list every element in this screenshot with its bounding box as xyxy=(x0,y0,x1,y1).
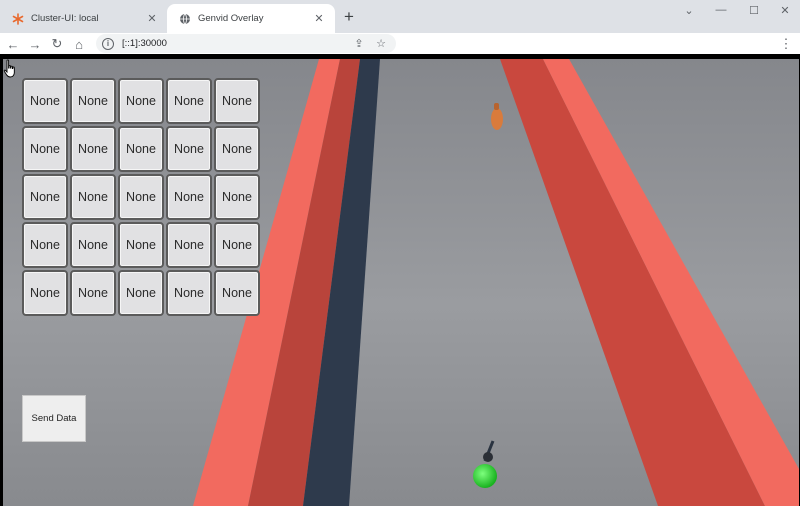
grid-cell[interactable]: None xyxy=(214,270,260,316)
grid-cell[interactable]: None xyxy=(214,222,260,268)
grid-cell[interactable]: None xyxy=(70,126,116,172)
chevron-down-icon[interactable]: ⌄ xyxy=(672,0,706,20)
back-arrow-icon[interactable]: ← xyxy=(3,34,23,54)
grid-cell[interactable]: None xyxy=(118,222,164,268)
share-icon[interactable]: ⇪ xyxy=(352,37,366,51)
grid-cell[interactable]: None xyxy=(166,126,212,172)
grid-cell[interactable]: None xyxy=(70,222,116,268)
info-icon[interactable]: i xyxy=(102,37,114,50)
grid-cell[interactable]: None xyxy=(70,78,116,124)
tab-strip: Cluster-UI: local ✕ Genvid Overlay ✕ + ⌄… xyxy=(0,0,800,33)
grid-cell[interactable]: None xyxy=(70,174,116,220)
tab-genvid-overlay[interactable]: Genvid Overlay ✕ xyxy=(167,4,335,33)
selection-grid: None None None None None None None None … xyxy=(22,78,260,316)
address-bar[interactable]: i [::1]:30000 ⇪ ☆ xyxy=(96,34,396,53)
grid-cell[interactable]: None xyxy=(22,270,68,316)
grid-cell[interactable]: None xyxy=(166,222,212,268)
maximize-icon[interactable]: ☐ xyxy=(737,0,771,20)
reload-icon[interactable]: ↻ xyxy=(47,34,67,54)
grid-cell[interactable]: None xyxy=(118,126,164,172)
tab-cluster-ui[interactable]: Cluster-UI: local ✕ xyxy=(0,4,168,33)
page-viewport: None None None None None None None None … xyxy=(0,54,800,506)
grid-cell[interactable]: None xyxy=(22,174,68,220)
minimize-icon[interactable]: — xyxy=(704,0,738,20)
grid-cell[interactable]: None xyxy=(214,78,260,124)
grid-cell[interactable]: None xyxy=(118,78,164,124)
grid-cell[interactable]: None xyxy=(22,78,68,124)
cluster-logo-icon xyxy=(12,12,24,25)
kebab-menu-icon[interactable]: ⋮ xyxy=(778,34,794,54)
url-text: [::1]:30000 xyxy=(122,38,167,49)
globe-icon xyxy=(179,13,191,25)
game-scene[interactable]: None None None None None None None None … xyxy=(3,59,799,506)
grid-cell[interactable]: None xyxy=(22,222,68,268)
home-icon[interactable]: ⌂ xyxy=(69,34,89,54)
grid-cell[interactable]: None xyxy=(166,78,212,124)
grid-cell[interactable]: None xyxy=(118,174,164,220)
send-data-button[interactable]: Send Data xyxy=(22,395,86,442)
grid-cell[interactable]: None xyxy=(214,174,260,220)
close-tab-icon[interactable]: ✕ xyxy=(311,11,327,27)
new-tab-button[interactable]: + xyxy=(340,7,358,26)
close-tab-icon[interactable]: ✕ xyxy=(144,11,160,27)
tab-label: Genvid Overlay xyxy=(198,13,264,24)
grid-cell[interactable]: None xyxy=(214,126,260,172)
close-window-icon[interactable]: ✕ xyxy=(768,0,800,20)
grid-cell[interactable]: None xyxy=(166,270,212,316)
grid-cell[interactable]: None xyxy=(22,126,68,172)
hand-cursor-icon xyxy=(3,59,15,78)
bookmark-star-icon[interactable]: ☆ xyxy=(374,37,388,51)
grid-cell[interactable]: None xyxy=(166,174,212,220)
grid-cell[interactable]: None xyxy=(70,270,116,316)
grid-cell[interactable]: None xyxy=(118,270,164,316)
forward-arrow-icon[interactable]: → xyxy=(25,34,45,54)
tab-label: Cluster-UI: local xyxy=(31,13,99,24)
browser-toolbar: ← → ↻ ⌂ i [::1]:30000 ⇪ ☆ ⋮ xyxy=(0,33,800,54)
